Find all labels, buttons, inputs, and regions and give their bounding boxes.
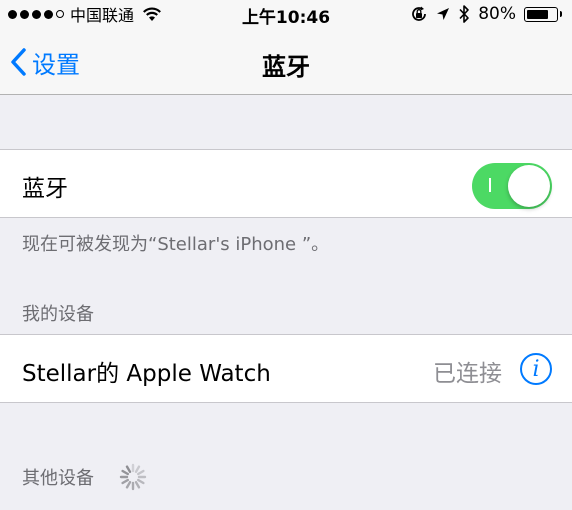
- info-icon[interactable]: i: [520, 353, 552, 385]
- other-devices-header: 其他设备: [22, 468, 94, 489]
- device-name: Stellar的 Apple Watch: [22, 361, 271, 387]
- page-title: 蓝牙: [262, 53, 310, 81]
- info-glyph: i: [532, 356, 540, 382]
- bluetooth-label: 蓝牙: [22, 176, 68, 202]
- spinner-spoke: [121, 478, 130, 485]
- navigation-bar: 设置 蓝牙: [0, 30, 572, 95]
- device-row[interactable]: Stellar的 Apple Watch 已连接 i: [0, 334, 572, 403]
- spinner-spoke: [134, 480, 141, 489]
- spinner-spoke: [125, 465, 132, 474]
- location-icon: [437, 8, 450, 20]
- spinner-spoke: [136, 478, 145, 485]
- battery-icon: [524, 6, 558, 22]
- orientation-lock-icon: [412, 6, 427, 21]
- loading-spinner-icon: [119, 463, 147, 491]
- spinner-spoke: [125, 480, 132, 489]
- battery-percent: 80%: [478, 4, 516, 24]
- discoverable-note: 现在可被发现为“Stellar's iPhone ”。: [22, 234, 330, 255]
- spinner-spoke: [134, 465, 141, 474]
- switch-on-mark: [489, 178, 491, 192]
- battery-tip: [560, 11, 562, 17]
- bluetooth-switch[interactable]: [472, 163, 552, 209]
- switch-knob[interactable]: [508, 165, 550, 207]
- bluetooth-icon: [459, 5, 470, 23]
- spinner-spoke: [136, 469, 145, 476]
- status-bar-right: 80%: [410, 3, 562, 25]
- connection-status: 已连接: [433, 361, 502, 387]
- status-bar: 中国联通 上午10:46 80%: [0, 0, 572, 30]
- spinner-spoke: [121, 469, 130, 476]
- bluetooth-toggle-cell: 蓝牙: [0, 149, 572, 218]
- battery-fill: [527, 9, 548, 19]
- my-devices-header: 我的设备: [22, 304, 94, 325]
